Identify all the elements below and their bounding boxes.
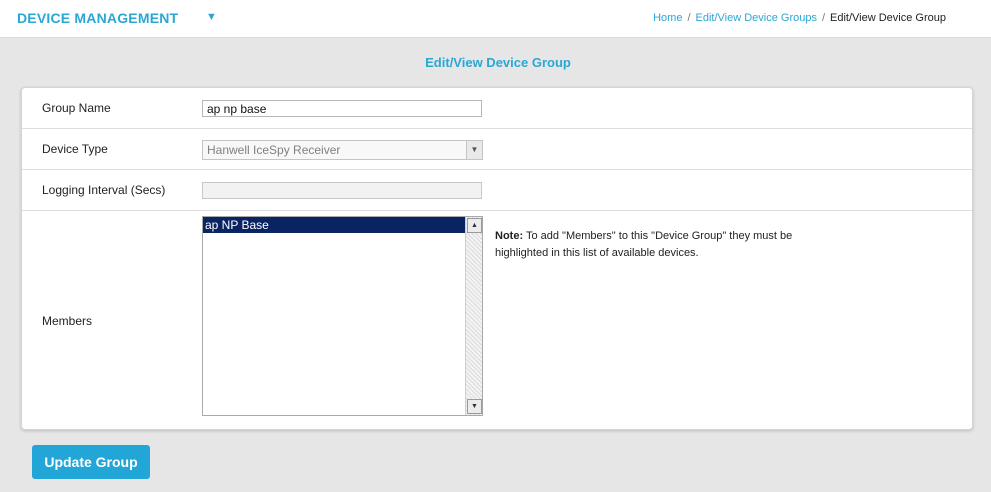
logging-interval-input	[202, 182, 482, 199]
app-title[interactable]: DEVICE MANAGEMENT	[17, 10, 178, 26]
breadcrumb-separator: /	[821, 12, 826, 24]
members-note: Note: To add "Members" to this "Device G…	[495, 228, 795, 262]
update-group-button[interactable]: Update Group	[32, 445, 150, 479]
device-type-label: Device Type	[42, 142, 108, 156]
breadcrumb-separator: /	[687, 12, 691, 24]
logging-interval-label: Logging Interval (Secs)	[42, 183, 166, 197]
scroll-up-arrow-icon[interactable]: ▲	[467, 218, 482, 233]
members-row: Members ap NP Base ▲ ▼ Note: To add "Mem…	[22, 211, 972, 429]
members-label: Members	[42, 314, 93, 328]
members-listbox[interactable]: ap NP Base ▲ ▼	[202, 216, 483, 416]
breadcrumb-device-groups-link[interactable]: Edit/View Device Groups	[696, 12, 817, 24]
top-bar: DEVICE MANAGEMENT ▼ Home / Edit/View Devic…	[0, 0, 991, 38]
device-type-row: Device Type Hanwell IceSpy Receiver ▼	[22, 129, 972, 170]
group-name-label: Group Name	[42, 101, 111, 115]
scroll-down-arrow-icon[interactable]: ▼	[467, 399, 482, 414]
device-type-value: Hanwell IceSpy Receiver	[207, 143, 341, 157]
form-card: Group Name Device Type Hanwell IceSpy Re…	[21, 87, 973, 430]
list-item[interactable]: ap NP Base	[203, 217, 466, 233]
logging-interval-row: Logging Interval (Secs)	[22, 170, 972, 211]
group-name-input[interactable]	[202, 100, 482, 117]
caret-down-icon[interactable]: ▼	[206, 11, 217, 23]
breadcrumb: Home / Edit/View Device Groups / Edit/View D…	[653, 12, 946, 24]
note-text: To add "Members" to this "Device Group" …	[495, 230, 793, 259]
page-title: Edit/View Device Group	[425, 55, 571, 70]
device-type-select[interactable]: Hanwell IceSpy Receiver ▼	[202, 140, 483, 160]
group-name-row: Group Name	[22, 88, 972, 129]
dropdown-arrow-icon[interactable]: ▼	[466, 141, 482, 159]
note-prefix: Note:	[495, 230, 524, 242]
breadcrumb-home-link[interactable]: Home	[653, 12, 682, 24]
breadcrumb-current: Edit/View Device Group	[830, 12, 946, 24]
listbox-scrollbar[interactable]: ▲ ▼	[465, 217, 482, 415]
